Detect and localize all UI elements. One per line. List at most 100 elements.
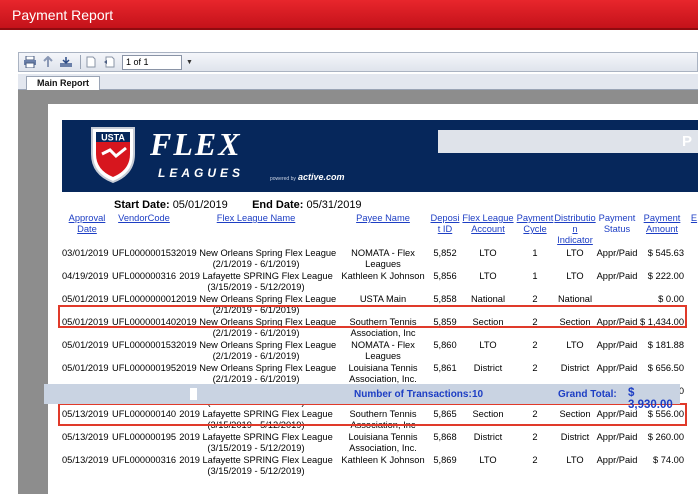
- cell-text: LTO: [479, 248, 497, 258]
- cell-text: 1: [532, 271, 538, 281]
- cell-text: 2019 Lafayette SPRING Flex League: [179, 455, 333, 465]
- table-row: 05/01/2019 UFL000000140 2019 New Orleans S…: [62, 316, 698, 339]
- column-header[interactable]: Distributio n Indicator: [554, 212, 596, 247]
- cell-text: (3/15/2019 - 5/12/2019): [207, 420, 305, 430]
- table-cell: [686, 385, 698, 408]
- table-cell: $ 1,434.00: [638, 316, 686, 339]
- column-header[interactable]: Deposi t ID: [430, 212, 460, 247]
- cell-text: 5,852: [433, 248, 457, 258]
- table-row: 05/01/2019 UFL000000195 2019 New Orleans S…: [62, 362, 698, 385]
- cell-text: Association, Inc: [350, 420, 416, 430]
- column-header[interactable]: Payee Name: [336, 212, 430, 247]
- table-cell: Appr/Paid: [596, 339, 638, 362]
- cell-text: National: [470, 294, 506, 304]
- table-cell: Louisiana Tennis Association, Inc.: [336, 362, 430, 385]
- table-cell: [686, 362, 698, 385]
- cell-text: 05/13/2019: [62, 409, 109, 419]
- window-title: Payment Report: [0, 0, 698, 30]
- table-cell: 05/01/2019: [62, 316, 112, 339]
- column-header[interactable]: Approval Date: [62, 212, 112, 247]
- cell-text: 05/01/2019: [62, 317, 109, 327]
- cell-text: LTO: [479, 455, 497, 465]
- table-cell: $ 222.00: [638, 270, 686, 293]
- start-date-label: Start Date:: [114, 199, 170, 211]
- cell-text: Association, Inc.: [349, 443, 417, 453]
- cell-text: 2: [532, 409, 538, 419]
- table-cell: 2: [516, 339, 554, 362]
- cell-text: 2: [532, 294, 538, 304]
- cell-text: 2: [532, 455, 538, 465]
- table-cell: 2019 New Orleans Spring Flex League (2/1/…: [176, 247, 336, 270]
- table-cell: NOMATA - Flex Leagues: [336, 339, 430, 362]
- table-cell: Appr/Paid: [596, 362, 638, 385]
- print-icon[interactable]: [23, 56, 37, 68]
- column-header[interactable]: E: [686, 212, 698, 247]
- transactions-value: 10: [472, 389, 484, 400]
- tab-strip: Main Report: [18, 74, 698, 91]
- cell-text: (2/1/2019 - 6/1/2019): [212, 305, 300, 315]
- table-cell: UFL000000316: [112, 270, 176, 293]
- cell-text: UFL000000316: [112, 271, 176, 281]
- cell-text: 5,859: [433, 317, 457, 327]
- table-cell: UFL000000140: [112, 408, 176, 431]
- cell-text: (3/15/2019 - 5/12/2019): [207, 443, 305, 453]
- cell-text: NOMATA - Flex: [351, 340, 415, 350]
- column-header[interactable]: VendorCode: [112, 212, 176, 247]
- cell-text: NOMATA - Flex: [351, 248, 415, 258]
- cell-text: Appr/Paid: [596, 363, 638, 373]
- table-cell: 2019 New Orleans Spring Flex League (2/1/…: [176, 362, 336, 385]
- chevron-down-icon[interactable]: ▼: [186, 59, 193, 66]
- refresh-icon[interactable]: [59, 56, 73, 68]
- column-header[interactable]: Payment Cycle: [516, 212, 554, 247]
- table-row: 05/01/2019 UFL000000001 2019 New Orleans S…: [62, 293, 698, 316]
- cell-text: Section: [472, 317, 504, 327]
- report-banner: P USTA FLEX LEAGUES powered by active.co…: [62, 120, 698, 192]
- table-cell: LTO: [554, 270, 596, 293]
- table-cell: 2: [516, 362, 554, 385]
- cell-text: UFL000000153: [112, 340, 176, 350]
- table-row: 03/01/2019 UFL000000153 2019 New Orleans S…: [62, 247, 698, 270]
- table-cell: 5,869: [430, 454, 460, 477]
- column-header[interactable]: Flex League Name: [176, 212, 336, 247]
- tab-main-report[interactable]: Main Report: [26, 76, 101, 91]
- cell-text: Section: [559, 409, 591, 419]
- cell-text: 05/01/2019: [62, 294, 109, 304]
- prev-page-icon[interactable]: [102, 56, 116, 68]
- table-cell: [686, 454, 698, 477]
- cell-text: LTO: [479, 271, 497, 281]
- table-cell: Kathleen K Johnson: [336, 454, 430, 477]
- cell-text: LTO: [479, 340, 497, 350]
- table-cell: [596, 293, 638, 316]
- banner-title-bar: [438, 130, 698, 153]
- usta-shield-icon: USTA: [91, 127, 135, 184]
- cell-text: $ 181.88: [647, 340, 684, 350]
- cell-text: 5,865: [433, 409, 457, 419]
- table-cell: 05/01/2019: [62, 362, 112, 385]
- table-cell: 05/01/2019: [62, 339, 112, 362]
- table-cell: 2019 New Orleans Spring Flex League (2/1/…: [176, 293, 336, 316]
- cell-text: $ 0.00: [658, 294, 684, 304]
- column-header[interactable]: Flex League Account: [460, 212, 516, 247]
- cell-text: Kathleen K Johnson: [341, 455, 425, 465]
- grand-total-label: Grand Total:: [558, 389, 617, 400]
- table-cell: Appr/Paid: [596, 270, 638, 293]
- cell-text: UFL000000140: [112, 317, 176, 327]
- cell-text: Appr/Paid: [596, 455, 638, 465]
- report-page: P USTA FLEX LEAGUES powered by active.co…: [48, 104, 698, 494]
- cell-text: 2019 Lafayette SPRING Flex League: [179, 409, 333, 419]
- cell-text: 5,860: [433, 340, 457, 350]
- column-header: Payment Status: [598, 213, 636, 234]
- table-cell: NOMATA - Flex Leagues: [336, 247, 430, 270]
- cell-text: UFL000000001: [112, 294, 176, 304]
- cell-text: 2: [532, 317, 538, 327]
- first-page-icon[interactable]: [84, 56, 98, 68]
- page-number-select[interactable]: 1 of 1: [122, 54, 182, 70]
- cell-text: 03/01/2019: [62, 248, 109, 258]
- table-cell: $ 656.50: [638, 362, 686, 385]
- table-cell: USTA Main: [336, 293, 430, 316]
- table-cell: 5,868: [430, 431, 460, 454]
- column-header[interactable]: Payment Amount: [638, 212, 686, 247]
- export-icon[interactable]: [41, 56, 55, 68]
- table-cell: Kathleen K Johnson: [336, 270, 430, 293]
- cell-text: Appr/Paid: [596, 271, 638, 281]
